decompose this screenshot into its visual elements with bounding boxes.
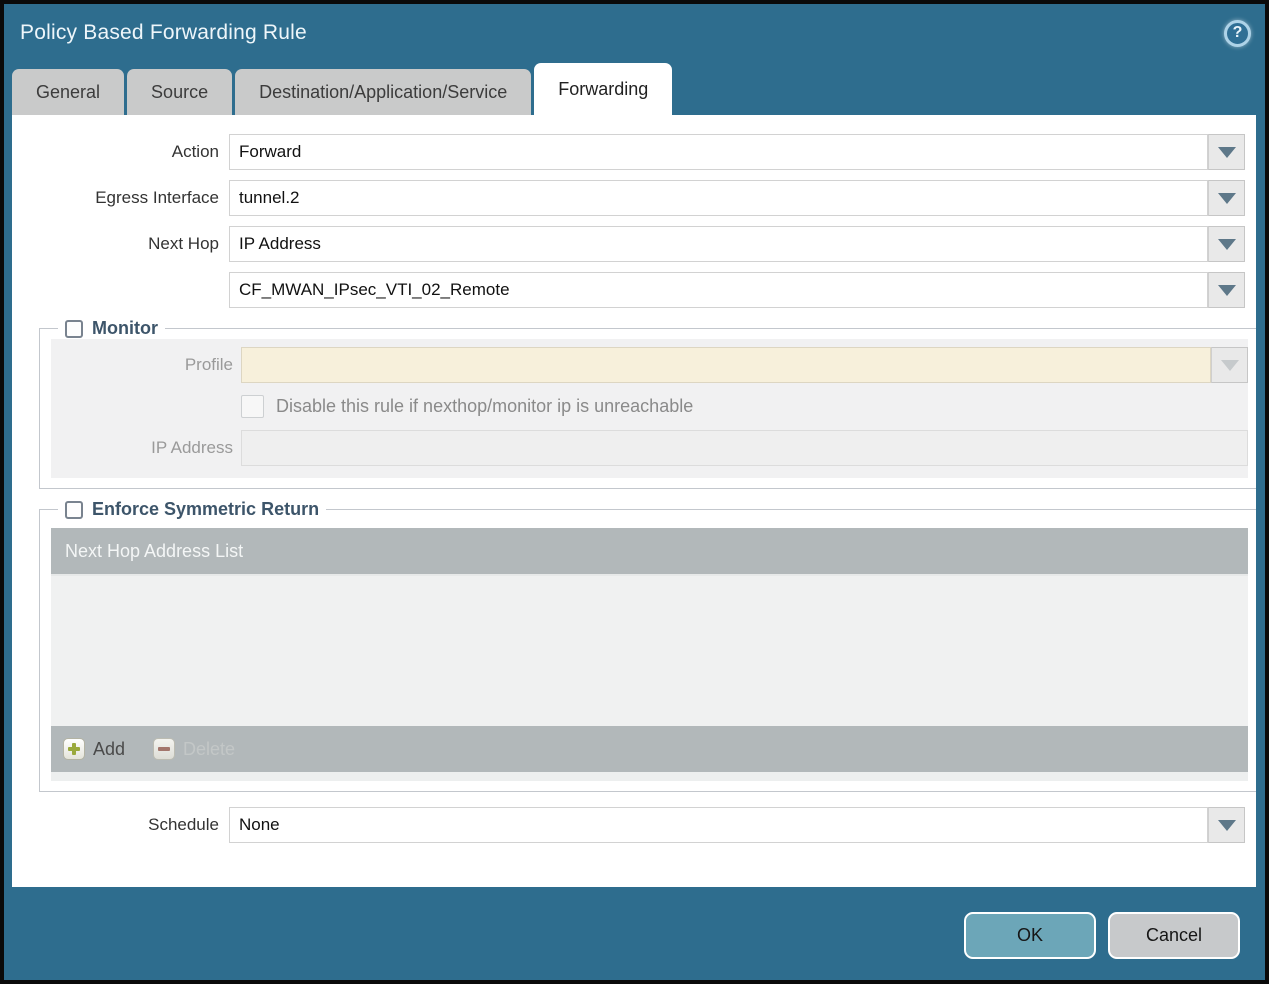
tab-source[interactable]: Source (127, 69, 233, 115)
help-glyph: ? (1232, 24, 1243, 41)
tab-content-forwarding: Action Egress Interface Next Hop (12, 115, 1256, 887)
next-hop-address-input[interactable] (229, 272, 1208, 308)
chevron-down-icon (1217, 192, 1236, 204)
help-icon[interactable]: ? (1224, 19, 1251, 47)
chevron-down-icon (1217, 238, 1236, 250)
dialog-footer: OK Cancel (4, 887, 1265, 980)
next-hop-combo (229, 226, 1245, 262)
profile-combo (241, 347, 1248, 383)
monitor-legend: Monitor (58, 318, 165, 339)
egress-interface-label: Egress Interface (95, 188, 219, 207)
disable-rule-row: Disable this rule if nexthop/monitor ip … (51, 395, 1248, 418)
enforce-symmetric-return-section: Enforce Symmetric Return Next Hop Addres… (39, 499, 1256, 792)
action-dropdown-button[interactable] (1208, 134, 1245, 170)
enforce-legend: Enforce Symmetric Return (58, 499, 326, 520)
plus-icon (63, 738, 85, 760)
policy-based-forwarding-dialog: Policy Based Forwarding Rule ? General S… (0, 0, 1269, 984)
monitor-panel: Profile Disable this rule if nexthop/mon… (51, 339, 1248, 478)
next-hop-address-list-header: Next Hop Address List (51, 528, 1248, 576)
action-label: Action (171, 142, 219, 161)
monitor-section: Monitor Profile Disable this rule if nex… (39, 318, 1256, 489)
disable-rule-checkbox (241, 395, 264, 418)
next-hop-address-list-body (51, 576, 1248, 726)
tab-label: Source (151, 81, 209, 102)
minus-icon (153, 738, 176, 760)
tab-label: Forwarding (558, 78, 649, 99)
schedule-label: Schedule (148, 815, 219, 834)
delete-button-label: Delete (183, 738, 236, 759)
profile-row: Profile (51, 347, 1248, 383)
monitor-ip-address-wrap (241, 430, 1248, 466)
dialog-titlebar: Policy Based Forwarding Rule ? (4, 4, 1265, 62)
egress-interface-combo (229, 180, 1245, 216)
next-hop-dropdown-button[interactable] (1208, 226, 1245, 262)
next-hop-address-dropdown-button[interactable] (1208, 272, 1245, 308)
next-hop-address-list-table: Next Hop Address List Add Delete (51, 528, 1248, 781)
next-hop-row: Next Hop (22, 226, 1245, 262)
chevron-down-icon (1220, 359, 1239, 371)
enforce-symmetric-return-checkbox[interactable] (65, 500, 83, 519)
add-button[interactable]: Add (63, 738, 125, 760)
monitor-ip-address-row: IP Address (51, 430, 1248, 466)
egress-interface-input[interactable] (229, 180, 1208, 216)
action-row: Action (22, 134, 1245, 170)
schedule-dropdown-button[interactable] (1208, 807, 1245, 843)
action-combo (229, 134, 1245, 170)
tab-bar: General Source Destination/Application/S… (4, 62, 1265, 115)
tab-label: Destination/Application/Service (259, 81, 508, 102)
table-toolbar: Add Delete (51, 726, 1248, 772)
add-button-label: Add (93, 738, 126, 759)
table-bottom-strip (51, 772, 1248, 781)
monitor-ip-address-label: IP Address (151, 438, 233, 457)
schedule-row: Schedule (22, 807, 1245, 843)
dialog-title: Policy Based Forwarding Rule (20, 21, 307, 44)
chevron-down-icon (1217, 819, 1236, 831)
disable-rule-label: Disable this rule if nexthop/monitor ip … (276, 396, 694, 416)
next-hop-address-combo (229, 272, 1245, 308)
schedule-input[interactable] (229, 807, 1208, 843)
delete-button: Delete (153, 738, 235, 760)
profile-dropdown-button (1211, 347, 1248, 383)
monitor-ip-address-input (241, 430, 1248, 466)
profile-input (241, 347, 1211, 383)
next-hop-label: Next Hop (148, 234, 219, 253)
egress-interface-row: Egress Interface (22, 180, 1245, 216)
chevron-down-icon (1217, 284, 1236, 296)
enforce-legend-label: Enforce Symmetric Return (92, 499, 320, 519)
action-input[interactable] (229, 134, 1208, 170)
next-hop-type-input[interactable] (229, 226, 1208, 262)
chevron-down-icon (1217, 146, 1236, 158)
column-header-label: Next Hop Address List (65, 540, 244, 561)
schedule-combo (229, 807, 1245, 843)
tab-forwarding[interactable]: Forwarding (534, 63, 673, 115)
monitor-legend-label: Monitor (92, 318, 158, 338)
egress-interface-dropdown-button[interactable] (1208, 180, 1245, 216)
cancel-button[interactable]: Cancel (1108, 912, 1240, 959)
ok-button[interactable]: OK (964, 912, 1096, 959)
tab-destination-application-service[interactable]: Destination/Application/Service (235, 69, 532, 115)
profile-label: Profile (184, 355, 233, 374)
tab-general[interactable]: General (12, 69, 125, 115)
next-hop-address-row (22, 272, 1245, 308)
tab-label: General (36, 81, 101, 102)
monitor-checkbox[interactable] (65, 319, 83, 338)
